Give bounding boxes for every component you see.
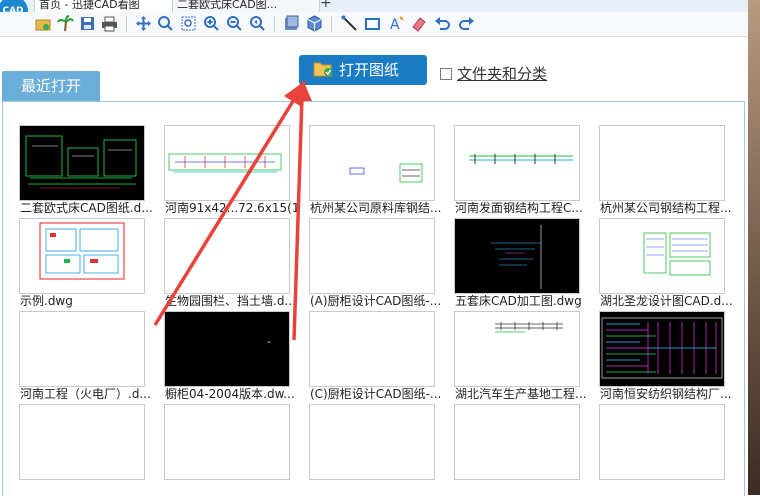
- redo-icon[interactable]: [458, 15, 475, 32]
- file-name-label[interactable]: 杭州某公司钢结构工程...: [600, 200, 734, 216]
- file-thumbnail-card[interactable]: [454, 404, 580, 480]
- file-name-label[interactable]: 湖北汽车生产基地工程...: [455, 386, 589, 402]
- file-thumbnail-card[interactable]: [599, 311, 725, 387]
- drawing-thumbnail: [600, 312, 724, 386]
- file-thumbnail-card[interactable]: [19, 218, 145, 294]
- file-thumbnail-card[interactable]: [19, 404, 145, 480]
- rectangle-measure-icon[interactable]: [364, 15, 381, 32]
- undo-icon[interactable]: [434, 15, 451, 32]
- file-name-label[interactable]: (C)厨柜设计CAD图纸-...: [310, 386, 444, 402]
- background-photo-strip: [748, 0, 760, 495]
- drawing-thumbnail: [643, 232, 711, 276]
- open-icon[interactable]: [35, 15, 52, 32]
- toolbar-separator: [331, 16, 332, 32]
- drawing-thumbnail: [165, 219, 289, 293]
- file-thumbnail-card[interactable]: [164, 311, 290, 387]
- drawing-thumbnail: [20, 312, 144, 386]
- file-thumbnail-card[interactable]: [599, 218, 725, 294]
- drawing-thumbnail: [310, 312, 434, 386]
- tab-home[interactable]: 首页 - 迅捷CAD看图: [34, 0, 176, 12]
- toolbar-separator: [274, 16, 275, 32]
- file-thumbnail-card[interactable]: [164, 404, 290, 480]
- file-thumbnail-card[interactable]: [164, 125, 290, 201]
- toolbar-separator: [126, 16, 127, 32]
- drawing-thumbnail: [600, 405, 724, 479]
- file-thumbnail-card[interactable]: [454, 218, 580, 294]
- drawing-thumbnail: [600, 126, 724, 200]
- file-name-label[interactable]: 河南91x42...72.6x15(1...: [165, 200, 299, 216]
- file-thumbnail-card[interactable]: [454, 125, 580, 201]
- zoom-out-icon[interactable]: [226, 15, 243, 32]
- line-measure-icon[interactable]: [341, 15, 358, 32]
- file-thumbnail-card[interactable]: [454, 311, 580, 387]
- toolbar: A: [0, 12, 760, 37]
- file-thumbnail-card[interactable]: [164, 218, 290, 294]
- drawing-thumbnail: [469, 154, 573, 164]
- palm-tree-icon[interactable]: [57, 15, 74, 32]
- zoom-window-icon[interactable]: [157, 15, 174, 32]
- file-name-label[interactable]: 二套欧式床CAD图纸.d...: [20, 200, 154, 216]
- drawing-thumbnail: [165, 405, 289, 479]
- new-tab-button[interactable]: +: [320, 0, 332, 11]
- file-name-label[interactable]: (A)厨柜设计CAD图纸-...: [310, 293, 444, 309]
- drawing-thumbnail: [168, 153, 282, 173]
- tab-strip: 首页 - 迅捷CAD看图 二套欧式床CAD图... +: [0, 0, 760, 12]
- file-name-label[interactable]: 示例.dwg: [20, 293, 154, 309]
- folder-category-checkbox[interactable]: [440, 68, 452, 80]
- file-name-label[interactable]: 橱柜04-2004版本.dw...: [165, 386, 299, 402]
- file-thumbnail-card[interactable]: [19, 125, 145, 201]
- folder-category-link[interactable]: 文件夹和分类: [457, 63, 547, 84]
- drawing-thumbnail: [310, 219, 434, 293]
- layers-icon[interactable]: [283, 15, 300, 32]
- zoom-extents-icon[interactable]: [180, 15, 197, 32]
- text-icon[interactable]: A: [388, 15, 405, 32]
- file-name-label[interactable]: 河南恒安纺织钢结构厂...: [600, 386, 734, 402]
- recent-files-tab[interactable]: 最近打开: [2, 71, 100, 101]
- file-thumbnail-card[interactable]: [309, 218, 435, 294]
- tab-home-label: 首页 - 迅捷CAD看图: [39, 0, 140, 11]
- 3d-box-icon[interactable]: [306, 15, 323, 32]
- drawing-thumbnail: [20, 405, 144, 479]
- file-thumbnail-card[interactable]: [19, 311, 145, 387]
- zoom-previous-icon[interactable]: [249, 15, 266, 32]
- file-name-label[interactable]: 河南工程（火电厂）.d...: [20, 386, 154, 402]
- open-drawing-button[interactable]: 打开图纸: [299, 55, 427, 85]
- file-thumbnail-card[interactable]: [309, 404, 435, 480]
- drawing-thumbnail: [455, 219, 579, 293]
- drawing-thumbnail: [165, 312, 289, 386]
- print-icon[interactable]: [101, 15, 118, 32]
- file-name-label[interactable]: 五套床CAD加工图.dwg: [455, 293, 589, 309]
- file-name-label[interactable]: 河南发面钢结构工程C...: [455, 200, 589, 216]
- drawing-thumbnail: [349, 163, 423, 183]
- drawing-thumbnail: [20, 126, 144, 200]
- open-drawing-label: 打开图纸: [339, 61, 400, 79]
- file-name-label[interactable]: 生物园围栏、挡土墙.d...: [165, 293, 299, 309]
- file-thumbnail-card[interactable]: [599, 125, 725, 201]
- file-name-label[interactable]: 杭州某公司原料库钢结...: [310, 200, 444, 216]
- drawing-thumbnail: [310, 405, 434, 479]
- tab-drawing[interactable]: 二套欧式床CAD图...: [172, 0, 320, 12]
- file-name-label[interactable]: 湖北圣龙设计图CAD.d...: [600, 293, 734, 309]
- svg-text:A: A: [390, 17, 400, 32]
- move-icon[interactable]: [135, 15, 152, 32]
- file-thumbnail-card[interactable]: [309, 125, 435, 201]
- save-icon[interactable]: [79, 15, 96, 32]
- drawing-thumbnail: [495, 322, 563, 333]
- zoom-in-icon[interactable]: [203, 15, 220, 32]
- recent-files-label: 最近打开: [20, 77, 81, 95]
- tab-drawing-label: 二套欧式床CAD图...: [177, 0, 278, 11]
- drawing-thumbnail: [455, 405, 579, 479]
- open-folder-icon: [313, 62, 332, 77]
- file-thumbnail-card[interactable]: [309, 311, 435, 387]
- drawing-thumbnail: [39, 222, 125, 280]
- file-thumbnail-card[interactable]: [599, 404, 725, 480]
- eraser-icon[interactable]: [410, 15, 427, 32]
